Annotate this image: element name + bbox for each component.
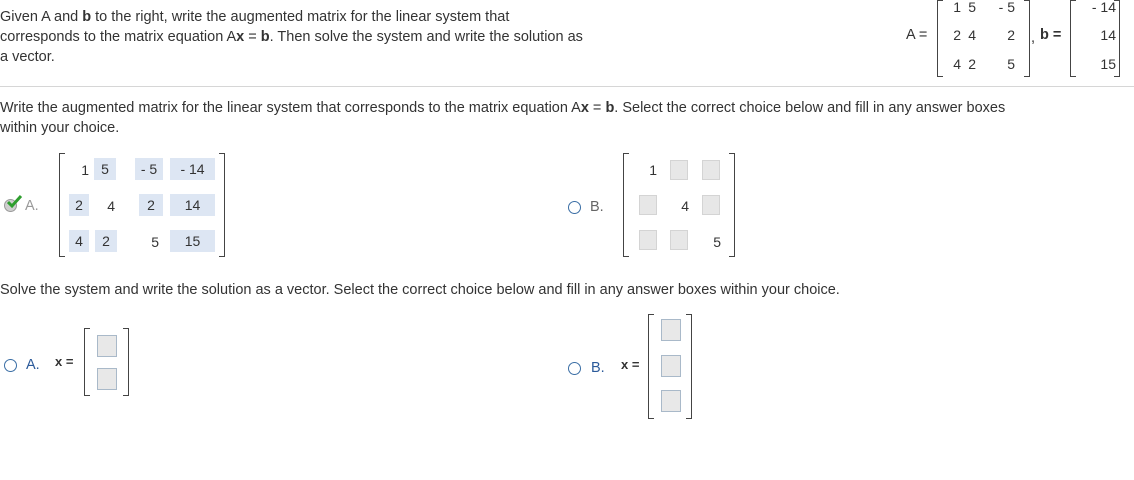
bracket-left: [648, 314, 654, 419]
answer-cell[interactable]: 2: [139, 194, 163, 216]
comma: ,: [1031, 30, 1036, 46]
vector-cell: 15: [1100, 56, 1116, 72]
answer-cell[interactable]: 15: [170, 230, 215, 252]
blank-answer-box[interactable]: [639, 195, 657, 215]
answer-input-box[interactable]: [97, 335, 117, 357]
matrix-cell: 4: [953, 56, 961, 72]
answer-cell[interactable]: 14: [170, 194, 215, 216]
option-b-radio[interactable]: [568, 201, 581, 214]
solution-vector-3: [648, 314, 692, 419]
given-matrix-A: 1 5 - 5 2 4 2 4 2 5: [937, 0, 1030, 77]
matrix-cell: 5: [151, 234, 159, 250]
blank-answer-box[interactable]: [639, 230, 657, 250]
bracket-left: [84, 328, 90, 396]
prompt-text: =: [244, 29, 261, 45]
bracket-right: [123, 328, 129, 396]
matrix-cell: 2: [953, 27, 961, 43]
option-b-label[interactable]: B.: [591, 360, 605, 376]
matrix-cell: 5: [1007, 56, 1015, 72]
answer-cell[interactable]: 2: [69, 194, 89, 216]
answer-cell[interactable]: 5: [94, 158, 116, 180]
b-label: b =: [1040, 27, 1062, 43]
matrix-cell: 1: [649, 162, 657, 178]
bracket-right: [1024, 0, 1030, 77]
matrix-cell: 4: [107, 198, 115, 214]
bracket-right: [729, 153, 735, 257]
A-label: A =: [906, 27, 928, 43]
x-label: x =: [55, 354, 74, 369]
option-a-label[interactable]: A.: [26, 357, 40, 373]
vector-cell: 14: [1100, 27, 1116, 43]
answer-cell[interactable]: - 5: [135, 158, 163, 180]
option-a-label[interactable]: A.: [25, 198, 39, 214]
matrix-cell: 4: [681, 198, 689, 214]
problem-statement: Given A and b to the right, write the au…: [0, 7, 680, 67]
checkmark-icon: [7, 195, 23, 209]
prompt-b: b: [82, 9, 92, 25]
bracket-left: [623, 153, 629, 257]
question-text: . Select the correct choice below and fi…: [614, 100, 1006, 116]
prompt-text: . Then solve the system and write the so…: [269, 29, 583, 45]
bracket-left: [937, 0, 943, 77]
question-text: =: [588, 100, 606, 116]
option-b-label[interactable]: B.: [590, 199, 604, 215]
prompt-text: to the right, write the augmented matrix…: [91, 9, 510, 25]
solution-vector-2: [84, 328, 129, 396]
question-b: b: [605, 100, 615, 116]
question-text: within your choice.: [0, 120, 120, 136]
matrix-cell: 5: [713, 234, 721, 250]
matrix-cell: 2: [1007, 27, 1015, 43]
option-a-radio[interactable]: [4, 195, 23, 213]
option-b-radio[interactable]: [568, 362, 581, 375]
matrix-cell: 5: [968, 0, 976, 15]
blank-answer-box[interactable]: [670, 160, 688, 180]
augmented-matrix-answer: 1 5 - 5 - 14 2 4 2 14 4 2 5 15: [59, 153, 225, 257]
part1-question: Write the augmented matrix for the linea…: [0, 98, 1134, 138]
matrix-cell: 2: [968, 56, 976, 72]
answer-input-box[interactable]: [661, 390, 681, 412]
answer-input-box[interactable]: [661, 355, 681, 377]
answer-cell[interactable]: - 14: [170, 158, 215, 180]
part2-question: Solve the system and write the solution …: [0, 282, 840, 298]
matrix-cell: 4: [968, 27, 976, 43]
vector-cell: - 14: [1091, 0, 1116, 15]
prompt-text: corresponds to the matrix equation A: [0, 29, 237, 45]
matrix-cell: 1: [81, 162, 89, 178]
x-label: x =: [621, 357, 640, 372]
blank-answer-box[interactable]: [702, 160, 720, 180]
bracket-right: [686, 314, 692, 419]
blank-answer-box[interactable]: [702, 195, 720, 215]
augmented-matrix-option-b: 1 4 5: [623, 153, 735, 257]
question-x: x: [580, 100, 589, 116]
answer-input-box[interactable]: [97, 368, 117, 390]
option-a-radio[interactable]: [4, 359, 17, 372]
matrix-cell: - 5: [998, 0, 1015, 15]
prompt-text: Given A and: [0, 9, 83, 25]
answer-cell[interactable]: 2: [95, 230, 117, 252]
bracket-right: [219, 153, 225, 257]
given-vector-b: - 14 14 15: [1070, 0, 1120, 77]
matrix-cell: 1: [953, 0, 961, 15]
answer-cell[interactable]: 4: [69, 230, 89, 252]
divider: [0, 86, 1134, 87]
blank-answer-box[interactable]: [670, 230, 688, 250]
prompt-b: b: [260, 29, 270, 45]
answer-input-box[interactable]: [661, 319, 681, 341]
question-text: Write the augmented matrix for the linea…: [0, 100, 581, 116]
prompt-text: a vector.: [0, 49, 55, 65]
bracket-left: [59, 153, 65, 257]
